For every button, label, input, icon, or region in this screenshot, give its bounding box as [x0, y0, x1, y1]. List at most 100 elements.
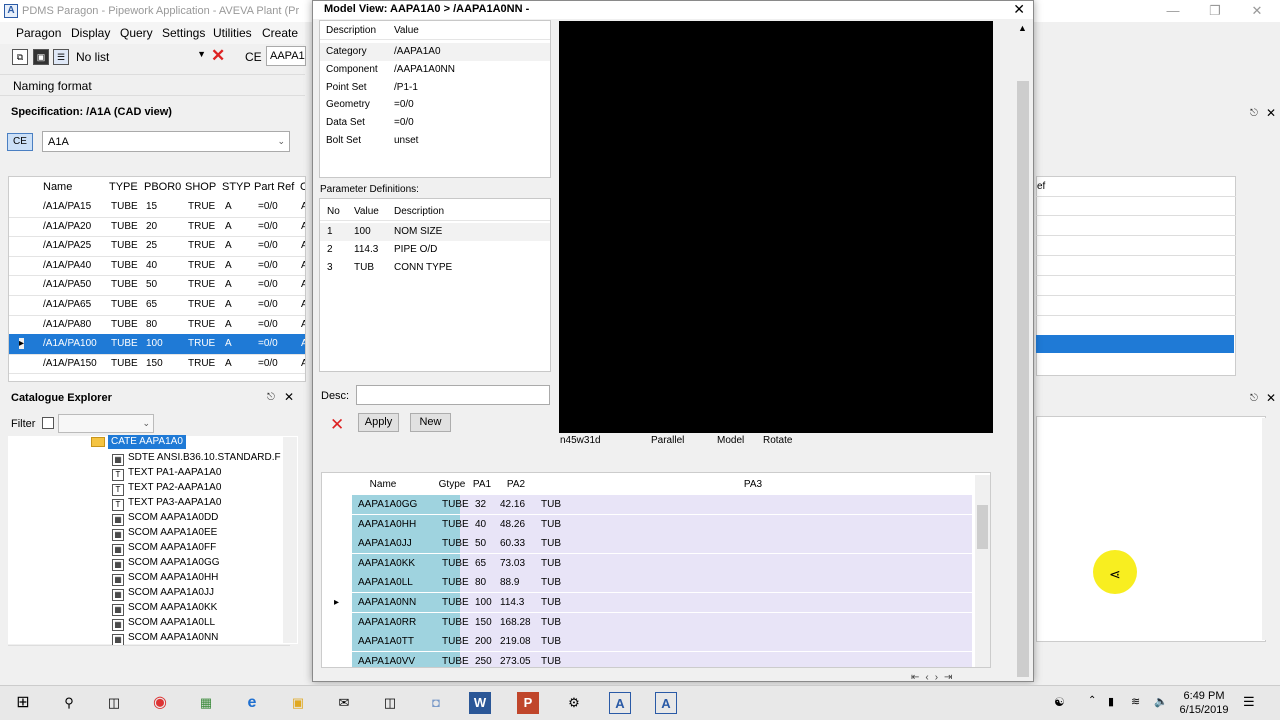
pin-icon[interactable]: ⎋	[1250, 108, 1258, 119]
windows-start-icon[interactable]: ⊞	[12, 692, 34, 714]
tree-item[interactable]: ▦ SCOM AAPA1A0HH	[112, 572, 218, 586]
ce-button[interactable]: CE	[7, 133, 33, 151]
wifi-icon[interactable]: ≋	[1131, 695, 1140, 708]
restore-icon[interactable]: ❐	[1200, 2, 1230, 20]
chevron-up-icon[interactable]: ▲	[1018, 23, 1027, 33]
ce-field[interactable]: AAPA1A	[266, 46, 306, 66]
delete-icon[interactable]: ✕	[330, 415, 344, 435]
menu-utilities[interactable]: Utilities	[213, 26, 252, 40]
people-icon[interactable]: ☯	[1054, 695, 1065, 709]
pin-icon[interactable]: ⎋	[1250, 393, 1258, 404]
tree-item[interactable]: ▦ SCOM AAPA1A0GG	[112, 557, 220, 571]
tree-item[interactable]: ▦ SDTE ANSI.B36.10.STANDARD.F	[112, 452, 281, 466]
table-row[interactable]: /A1A/PA65 TUBE 65 TRUE A =0/0 A	[9, 295, 305, 315]
close-icon[interactable]: ✕	[1013, 1, 1025, 18]
tree-item[interactable]: ▦ SCOM AAPA1A0DD	[112, 512, 218, 526]
mail-icon[interactable]: ✉	[333, 692, 355, 714]
aveva-icon[interactable]: A	[655, 692, 677, 714]
table-row[interactable]: /A1A/PA25 TUBE 25 TRUE A =0/0 A	[9, 236, 305, 256]
close-icon[interactable]: ✕	[1242, 2, 1272, 20]
close-icon[interactable]: ✕	[1266, 106, 1276, 120]
parameter-row[interactable]: 3 TUB CONN TYPE	[320, 259, 550, 277]
property-row[interactable]: Bolt Set unset	[320, 132, 550, 150]
filter-select[interactable]: ⌄	[58, 414, 154, 433]
list-select[interactable]: No list ▼	[72, 48, 208, 66]
col-header-name[interactable]: Name	[39, 177, 72, 197]
tree-item[interactable]: T TEXT PA3-AAPA1A0	[112, 497, 221, 511]
tree-item[interactable]: ▦ SCOM AAPA1A0EE	[112, 527, 217, 541]
col-header-pbor0[interactable]: PBOR0	[140, 177, 181, 197]
table-row[interactable]: /A1A/PA50 TUBE 50 TRUE A =0/0 A	[9, 275, 305, 295]
tree-item[interactable]: T TEXT PA2-AAPA1A0	[112, 482, 221, 496]
right-outer-scrollbar[interactable]	[1266, 140, 1278, 380]
list-icon[interactable]: ☰	[53, 49, 69, 65]
projection-label[interactable]: Parallel	[651, 435, 684, 446]
pin-icon[interactable]: ⎋	[267, 392, 275, 403]
col-header-part-ref[interactable]: Part Ref	[250, 177, 294, 197]
aveva-icon[interactable]: A	[609, 692, 631, 714]
comp-header-gtype[interactable]: Gtype	[436, 473, 468, 497]
tree-item[interactable]: ▦ SCOM AAPA1A0FF	[112, 542, 216, 556]
parameter-row[interactable]: 1 100 NOM SIZE	[320, 223, 550, 241]
menu-display[interactable]: Display	[71, 26, 110, 40]
component-table-scrollbar[interactable]	[975, 475, 990, 667]
chevron-up-icon[interactable]: ⌃	[1088, 695, 1096, 706]
menu-query[interactable]: Query	[120, 26, 153, 40]
col-header-shop[interactable]: SHOP	[181, 177, 216, 197]
apply-button[interactable]: Apply	[358, 413, 399, 432]
view-mode-label[interactable]: Model	[717, 435, 744, 446]
desc-input[interactable]	[356, 385, 550, 405]
table-row[interactable]: ▸ AAPA1A0NN TUBE 100 114.3 TUB	[322, 593, 972, 613]
app-icon[interactable]: ◘	[425, 692, 447, 714]
scrollbar-thumb[interactable]	[1017, 81, 1029, 677]
battery-icon[interactable]: ▮	[1108, 695, 1114, 708]
app-launcher-icon[interactable]: ▦	[195, 692, 217, 714]
table-row[interactable]: ▸ /A1A/PA100 TUBE 100 TRUE A =0/0 A	[9, 334, 305, 354]
table-row[interactable]: AAPA1A0JJ TUBE 50 60.33 TUB	[322, 534, 972, 554]
table-row[interactable]: AAPA1A0GG TUBE 32 42.16 TUB	[322, 495, 972, 515]
close-icon[interactable]: ✕	[1266, 391, 1276, 405]
property-row[interactable]: Point Set/P1-1	[320, 79, 550, 97]
task-view-icon[interactable]: ◫	[103, 692, 125, 714]
right-lower-scrollbar[interactable]	[1262, 418, 1276, 640]
save-icon[interactable]: ▣	[33, 49, 49, 65]
minimize-icon[interactable]: —	[1158, 2, 1188, 20]
rotate-label[interactable]: Rotate	[763, 435, 792, 446]
scrollbar-thumb[interactable]	[977, 505, 988, 549]
dialog-vertical-scrollbar[interactable]: ▲	[1015, 21, 1031, 679]
col-header-styp[interactable]: STYP	[218, 177, 251, 197]
table-row[interactable]: AAPA1A0RR TUBE 150 168.28 TUB	[322, 612, 972, 633]
right-grid-scrollbar[interactable]	[1237, 177, 1251, 377]
table-row[interactable]: /A1A/PA40 TUBE 40 TRUE A =0/0 A	[9, 256, 305, 276]
3d-model-viewport[interactable]	[559, 21, 993, 433]
table-row[interactable]: AAPA1A0HH TUBE 40 48.26 TUB	[322, 514, 972, 535]
spec-select[interactable]: A1A ⌄	[42, 131, 290, 152]
tree-item[interactable]: ▦ SCOM AAPA1A0NN	[112, 632, 218, 646]
app-icon[interactable]: ⚙	[563, 692, 585, 714]
remove-list-icon[interactable]: ✕	[211, 46, 225, 66]
tree-item[interactable]: T TEXT PA1-AAPA1A0	[112, 467, 221, 481]
table-row[interactable]: /A1A/PA15 TUBE 15 TRUE A =0/0 A	[9, 197, 305, 217]
parameter-row[interactable]: 2 114.3 PIPE O/D	[320, 241, 550, 259]
naming-format-button[interactable]: Naming format	[13, 79, 92, 93]
record-navigator-icon[interactable]: ⇤‹›⇥	[911, 672, 958, 683]
menu-paragon[interactable]: Paragon	[16, 26, 61, 40]
property-row[interactable]: Component/AAPA1A0NN	[320, 61, 550, 79]
comp-header-pa3[interactable]: PA3	[537, 473, 969, 497]
table-row[interactable]: /A1A/PA20 TUBE 20 TRUE A =0/0 A	[9, 217, 305, 237]
right-grid-selected-row[interactable]	[1036, 335, 1234, 353]
filter-checkbox[interactable]	[42, 417, 54, 429]
new-button[interactable]: New	[410, 413, 451, 432]
col-header-c[interactable]: C	[296, 177, 305, 197]
tree-horizontal-scrollbar[interactable]	[8, 645, 290, 659]
comp-header-pa2[interactable]: PA2	[496, 473, 536, 497]
col-header-type[interactable]: TYPE	[105, 177, 138, 197]
file-explorer-icon[interactable]: ▣	[287, 692, 309, 714]
notifications-icon[interactable]: ☰	[1243, 694, 1255, 710]
search-icon[interactable]: ⚲	[58, 692, 80, 714]
table-row[interactable]: AAPA1A0VV TUBE 250 273.05 TUB	[322, 651, 972, 667]
chrome-icon[interactable]: ◉	[149, 692, 171, 714]
tree-item[interactable]: ▦ SCOM AAPA1A0LL	[112, 617, 215, 631]
edge-icon[interactable]: e	[241, 692, 263, 714]
clock[interactable]: 6:49 PM 6/15/2019	[1172, 690, 1236, 716]
